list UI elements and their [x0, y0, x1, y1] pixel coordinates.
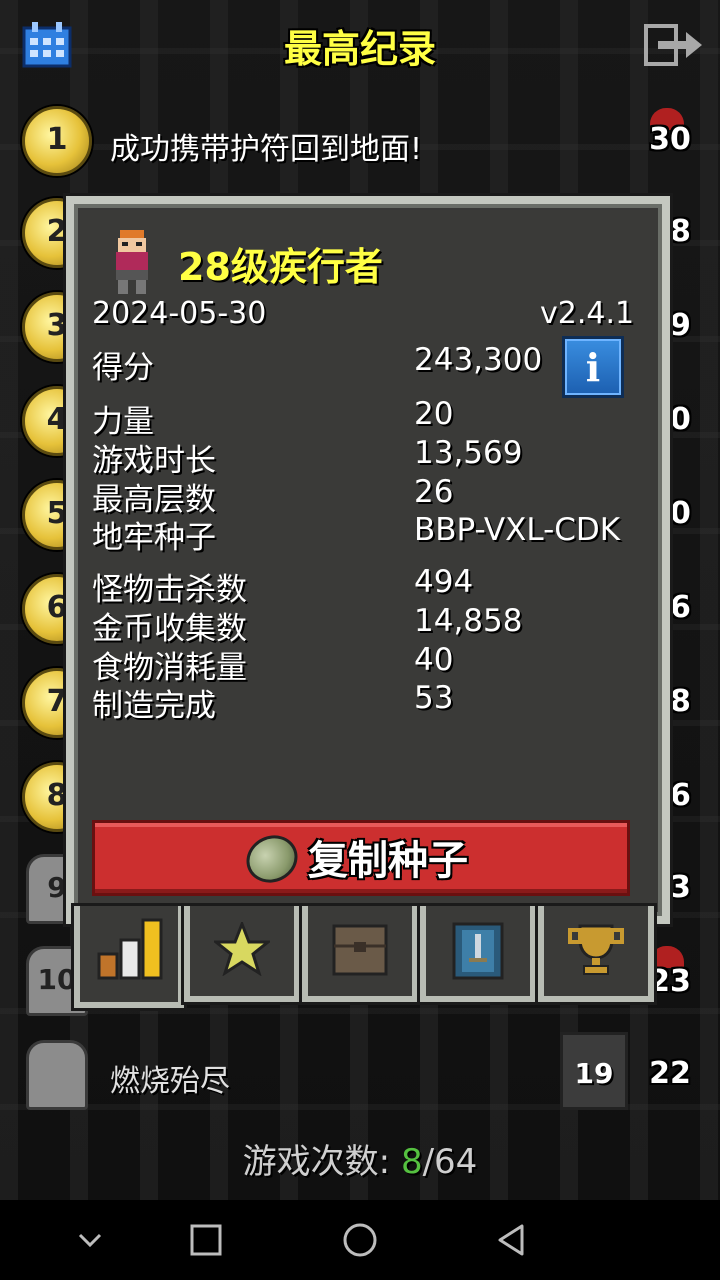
- huntress-avatar-icon: [116, 230, 148, 294]
- games-played: 游戏次数: 8/64: [0, 1134, 720, 1183]
- depth-level-icon: 19: [560, 1032, 628, 1110]
- stat-value-score: 243,300: [414, 342, 543, 378]
- stat-value-duration: 13,569: [414, 435, 523, 471]
- top-bar: 最高纪录: [0, 0, 720, 90]
- trophy-icon: [568, 924, 624, 975]
- stat-value-food: 40: [414, 642, 454, 678]
- record-depth: 22: [649, 1056, 691, 1091]
- info-icon: i: [585, 345, 601, 390]
- hero-title: 28级疾行者: [178, 245, 383, 289]
- games-label: 游戏次数:: [242, 1142, 391, 1182]
- stat-label-crafted: 制造完成: [92, 688, 216, 724]
- sword-card-icon: [452, 922, 504, 980]
- back-icon[interactable]: [490, 1218, 534, 1262]
- stat-value-kills: 494: [414, 564, 474, 600]
- exit-icon[interactable]: [644, 24, 704, 66]
- home-icon[interactable]: [338, 1218, 382, 1262]
- chevron-down-icon[interactable]: [68, 1218, 112, 1262]
- page-title: 最高纪录: [283, 27, 436, 71]
- tab-badges[interactable]: [184, 906, 300, 1002]
- stat-label-seed: 地牢种子: [92, 520, 216, 556]
- stat-value-strength: 20: [414, 396, 454, 432]
- stats-bars-icon: [97, 918, 163, 980]
- info-button[interactable]: i: [562, 336, 624, 398]
- record-date: 2024-05-30: [92, 296, 267, 331]
- record-depth: 23: [649, 964, 691, 999]
- record-row[interactable]: 1 成功携带护符回到地面! 30: [0, 96, 720, 186]
- stat-label-score: 得分: [92, 350, 154, 386]
- tab-stats[interactable]: [74, 906, 184, 1008]
- tab-catalog[interactable]: [420, 906, 536, 1002]
- rank-badge-icon: 1: [22, 106, 92, 176]
- stat-value-gold: 14,858: [414, 603, 523, 639]
- recent-apps-icon[interactable]: [184, 1218, 228, 1262]
- system-nav-bar: [0, 1200, 720, 1280]
- record-text: 燃烧殆尽: [110, 1064, 230, 1099]
- copy-seed-label[interactable]: 复制种子: [308, 828, 468, 886]
- tombstone-icon: [26, 1040, 88, 1110]
- tab-items[interactable]: [302, 906, 418, 1002]
- chest-icon: [332, 924, 388, 976]
- stat-value-seed: BBP-VXL-CDK: [414, 512, 621, 548]
- record-text: 成功携带护符回到地面!: [110, 132, 423, 167]
- star-icon: [214, 922, 270, 976]
- tab-trophies[interactable]: [538, 906, 654, 1002]
- game-version: v2.4.1: [540, 296, 635, 331]
- games-total: /64: [422, 1142, 478, 1182]
- games-won: 8: [400, 1142, 423, 1182]
- stat-value-max-depth: 26: [414, 474, 454, 510]
- stat-value-crafted: 53: [414, 680, 454, 716]
- record-depth: 30: [649, 122, 691, 157]
